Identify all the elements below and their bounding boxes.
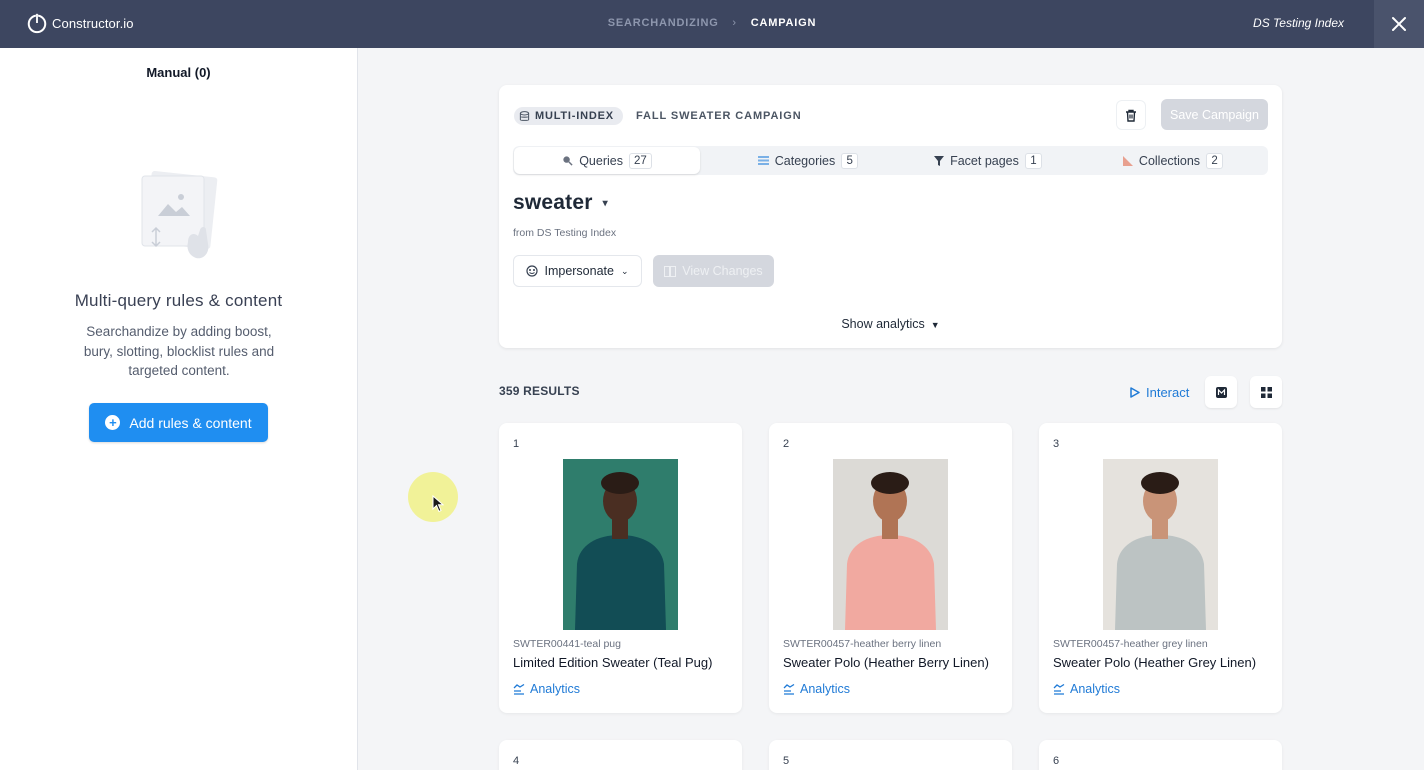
analytics-label: Analytics: [530, 682, 581, 696]
analytics-icon: [783, 683, 795, 695]
product-name[interactable]: Limited Edition Sweater (Teal Pug): [513, 655, 712, 670]
product-analytics-link[interactable]: Analytics: [1053, 682, 1120, 696]
query-name: sweater: [513, 191, 593, 214]
collection-icon: [1122, 155, 1133, 166]
breadcrumb: SEARCHANDIZING › CAMPAIGN: [0, 17, 1424, 29]
query-selector[interactable]: sweater ▾: [513, 191, 608, 215]
product-card[interactable]: 3 SWTER00457-heather grey linen Sweater Po…: [1039, 423, 1282, 713]
product-card[interactable]: 2 SWTER00457-heather berry linen Sweater P…: [769, 423, 1012, 713]
top-bar: Constructor.io SEARCHANDIZING › CAMPAIGN…: [0, 0, 1424, 48]
tab-collections[interactable]: Collections 2: [1078, 146, 1268, 175]
play-icon: [1130, 387, 1140, 398]
product-rank: 4: [513, 755, 520, 767]
impersonate-button[interactable]: Impersonate ⌄: [513, 255, 642, 287]
empty-content-illustration-icon: [141, 171, 218, 259]
results-count: 359 RESULTS: [499, 384, 580, 398]
save-campaign-button[interactable]: Save Campaign: [1161, 99, 1268, 130]
product-rank: 2: [783, 438, 790, 450]
product-analytics-link[interactable]: Analytics: [783, 682, 850, 696]
empty-state-description: Searchandize by adding boost, bury, slot…: [83, 324, 275, 378]
compare-icon: [664, 265, 677, 277]
product-name[interactable]: Sweater Polo (Heather Berry Linen): [783, 655, 989, 670]
tab-queries-count: 27: [628, 152, 652, 169]
campaign-name: FALL SWEATER CAMPAIGN: [636, 110, 802, 122]
rules-panel: Manual (0) Multi-query rules & content S…: [0, 48, 358, 770]
interact-label: Interact: [1146, 385, 1190, 400]
product-card[interactable]: 5: [769, 740, 1012, 770]
impersonate-label: Impersonate: [544, 264, 614, 278]
query-source: from DS Testing Index: [513, 227, 617, 239]
add-rules-label: Add rules & content: [129, 414, 252, 431]
view-changes-label: View Changes: [682, 264, 763, 278]
tab-queries-label: Queries: [579, 153, 623, 168]
tab-categories[interactable]: Categories 5: [713, 146, 903, 175]
product-card[interactable]: 6: [1039, 740, 1282, 770]
product-image[interactable]: [563, 459, 678, 630]
chevron-down-icon: ⌄: [620, 265, 629, 276]
plus-circle-icon: +: [105, 415, 121, 430]
interact-link[interactable]: Interact: [1130, 385, 1189, 400]
view-changes-button[interactable]: View Changes: [653, 255, 774, 287]
trash-icon: [1126, 109, 1136, 122]
mouse-pointer-icon: [432, 495, 444, 513]
delete-campaign-button[interactable]: [1116, 100, 1146, 130]
product-sku: SWTER00441-teal pug: [513, 638, 621, 650]
product-name[interactable]: Sweater Polo (Heather Grey Linen): [1053, 655, 1256, 670]
product-rank: 3: [1053, 438, 1060, 450]
filter-icon: [934, 155, 945, 166]
product-rank: 5: [783, 755, 790, 767]
breadcrumb-campaign: CAMPAIGN: [750, 17, 817, 29]
chevron-right-icon: ›: [732, 17, 737, 29]
tab-collections-count: 2: [1206, 152, 1224, 169]
analytics-icon: [513, 683, 525, 695]
product-rank: 6: [1053, 755, 1060, 767]
multi-index-badge: MULTI-INDEX: [514, 107, 623, 125]
product-analytics-link[interactable]: Analytics: [513, 682, 580, 696]
product-card[interactable]: 1 SWTER00441-teal pug Limited Edition Swea…: [499, 423, 742, 713]
close-icon: [1392, 17, 1406, 31]
index-name: DS Testing Index: [1253, 16, 1344, 30]
chevron-down-icon: ▾: [602, 197, 608, 209]
analytics-label: Analytics: [800, 682, 851, 696]
grid-icon: [1260, 386, 1272, 398]
breadcrumb-searchandizing[interactable]: SEARCHANDIZING: [608, 17, 719, 29]
show-analytics-toggle[interactable]: Show analytics ▼: [499, 317, 1282, 331]
product-sku: SWTER00457-heather grey linen: [1053, 638, 1208, 650]
search-icon: [563, 156, 573, 166]
product-image[interactable]: [833, 459, 948, 630]
manual-rules-label: Manual (0): [146, 65, 211, 80]
show-analytics-label: Show analytics: [841, 317, 925, 331]
product-image[interactable]: [1103, 459, 1218, 630]
analytics-label: Analytics: [1070, 682, 1121, 696]
multi-index-label: MULTI-INDEX: [535, 110, 614, 122]
close-button[interactable]: [1374, 0, 1424, 48]
grid-view-button[interactable]: [1250, 376, 1282, 408]
campaign-header-card: MULTI-INDEX FALL SWEATER CAMPAIGN Save C…: [499, 85, 1282, 348]
tab-collections-label: Collections: [1138, 153, 1201, 168]
add-rules-button[interactable]: + Add rules & content: [89, 403, 268, 442]
list-icon: [757, 156, 769, 165]
empty-state-title: Multi-query rules & content: [74, 291, 283, 310]
tab-queries[interactable]: Queries 27: [514, 147, 700, 174]
tab-facet-pages-count: 1: [1024, 152, 1042, 169]
database-icon: [519, 110, 530, 121]
analytics-icon: [1053, 683, 1065, 695]
product-sku: SWTER00457-heather berry linen: [783, 638, 942, 650]
product-rank: 1: [513, 438, 520, 450]
tab-categories-label: Categories: [774, 153, 836, 168]
tab-facet-pages[interactable]: Facet pages 1: [893, 146, 1083, 175]
image-view-icon: [1215, 386, 1227, 398]
caret-down-icon: ▼: [930, 320, 940, 330]
tab-categories-count: 5: [841, 152, 859, 169]
mask-icon: [526, 265, 539, 277]
campaign-tabs: Queries 27 Categories 5 Facet pages 1 Co…: [513, 146, 1268, 175]
tab-facet-pages-label: Facet pages: [950, 153, 1019, 168]
image-view-button[interactable]: [1205, 376, 1237, 408]
product-card[interactable]: 4: [499, 740, 742, 770]
